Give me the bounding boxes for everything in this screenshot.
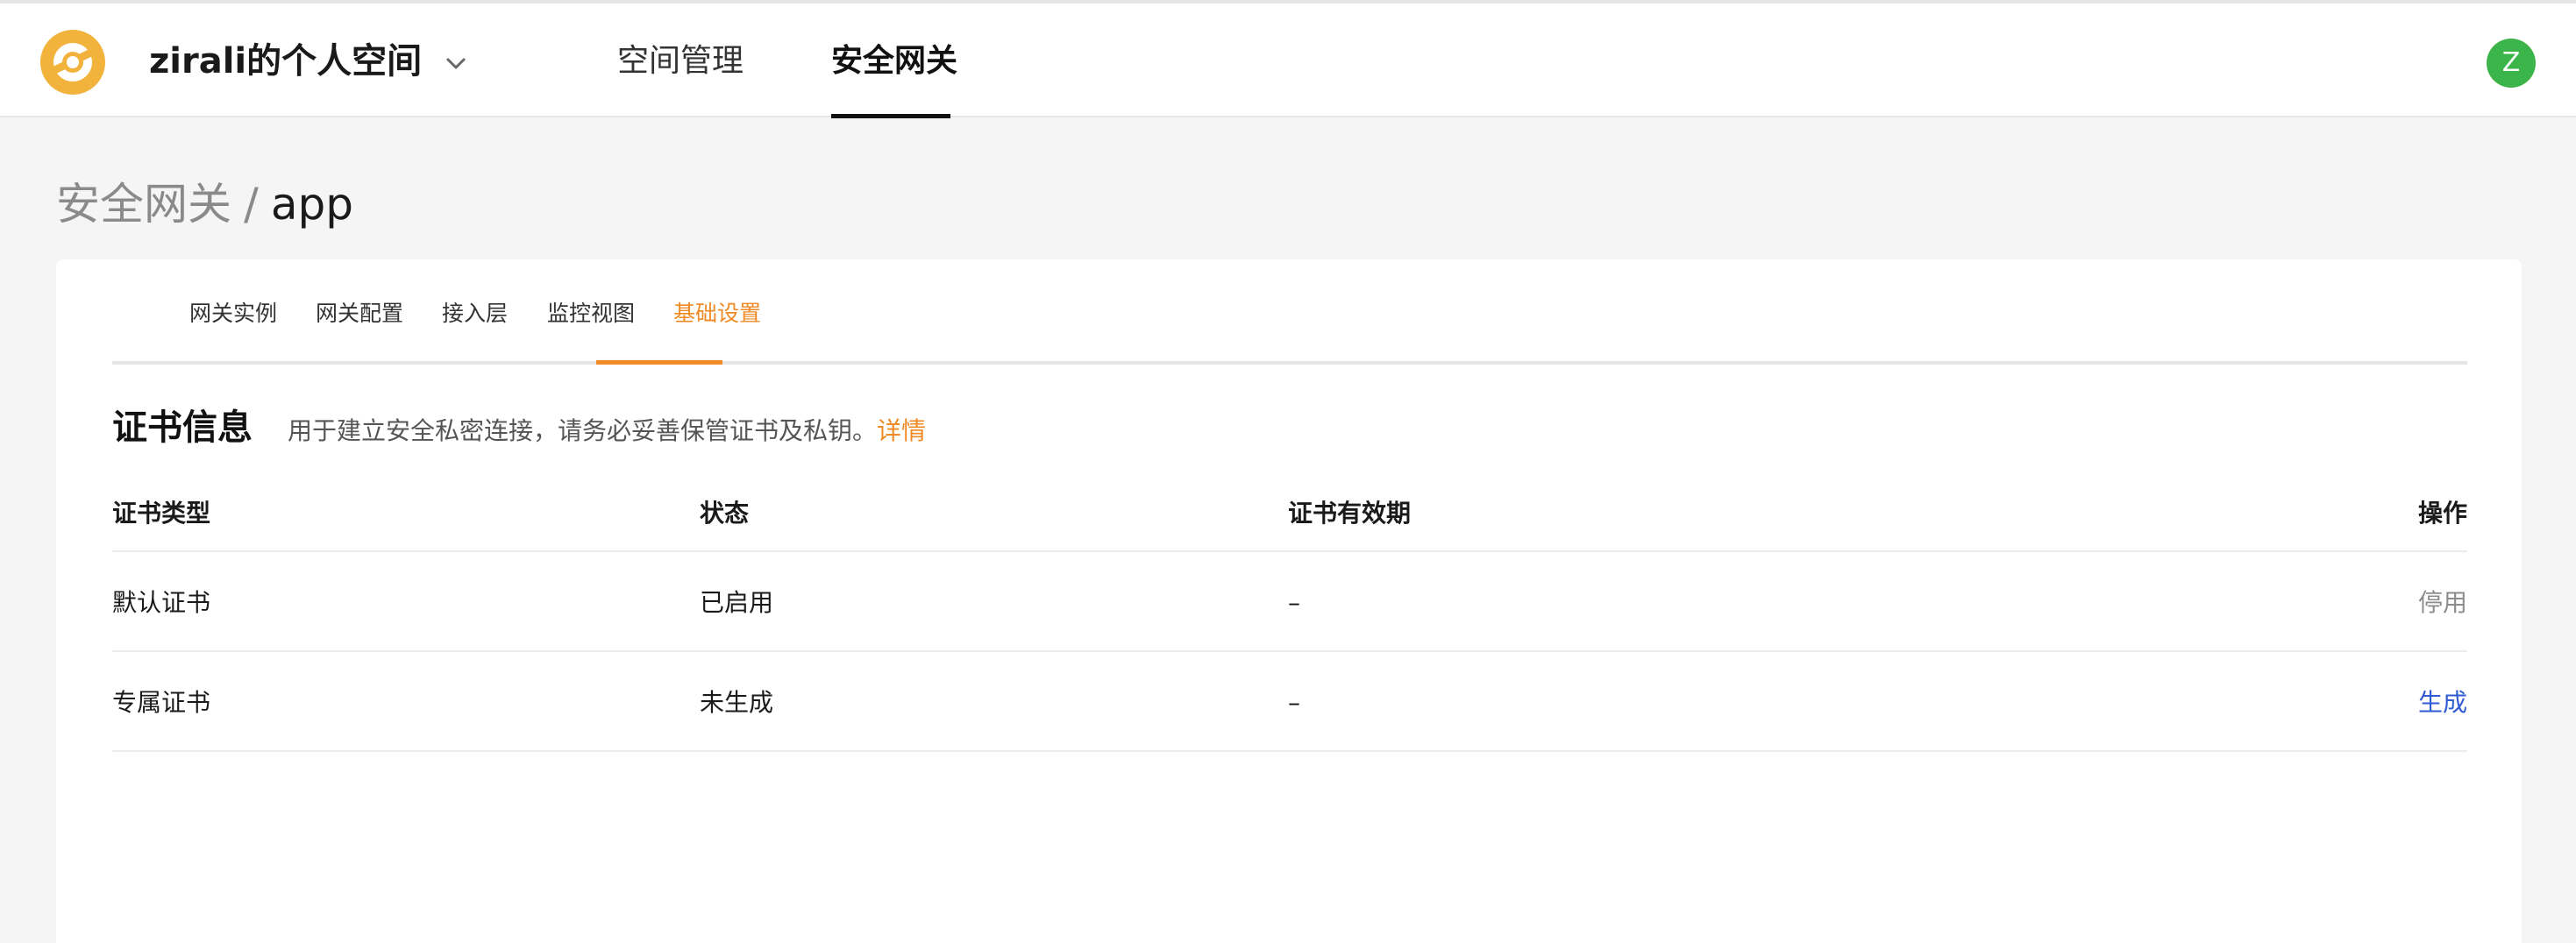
breadcrumb-separator: / [244,179,259,230]
content-card: 网关实例 网关配置 接入层 监控视图 基础设置 证书信息 用于建立安全私密连接，… [56,259,2522,943]
tab-bar: 网关实例 网关配置 接入层 监控视图 基础设置 [112,259,2467,365]
breadcrumb: 安全网关 / app [56,175,353,233]
certificate-table: 证书类型 状态 证书有效期 操作 默认证书 已启用 – 停用 专属证书 未生成 … [112,479,2467,752]
tab-gateway-instances[interactable]: 网关实例 [189,298,277,330]
nav-space-management[interactable]: 空间管理 [617,39,744,84]
section-description: 用于建立安全私密连接，请务必妥善保管证书及私钥。详情 [288,414,926,449]
app-logo-icon[interactable] [40,30,105,95]
nav-active-indicator [831,114,950,118]
user-avatar[interactable]: Z [2487,39,2536,88]
chevron-down-icon[interactable] [442,49,470,77]
column-header-action: 操作 [2417,499,2467,528]
cert-type: 默认证书 [112,588,211,617]
cert-type: 专属证书 [112,688,211,717]
tab-basic-settings[interactable]: 基础设置 [673,298,761,330]
column-header-status: 状态 [700,499,750,528]
section-title: 证书信息 [112,408,253,448]
table-header: 证书类型 状态 证书有效期 操作 [112,479,2467,552]
tab-access-layer[interactable]: 接入层 [442,298,508,330]
disable-button[interactable]: 停用 [2418,585,2467,620]
column-header-validity: 证书有效期 [1288,499,1412,528]
nav-security-gateway[interactable]: 安全网关 [831,39,957,84]
cert-status: 未生成 [700,688,774,717]
section-description-text: 用于建立安全私密连接，请务必妥善保管证书及私钥。 [288,416,878,445]
top-navigation-bar: zirali的个人空间 空间管理 安全网关 Z [0,0,2576,118]
breadcrumb-parent[interactable]: 安全网关 [56,179,231,230]
cert-validity: – [1288,688,1300,717]
space-name-selector[interactable]: zirali的个人空间 [149,39,422,84]
tab-active-indicator [596,360,722,365]
table-row: 专属证书 未生成 – 生成 [112,652,2467,752]
table-row: 默认证书 已启用 – 停用 [112,552,2467,652]
tab-monitoring-view[interactable]: 监控视图 [547,298,635,330]
breadcrumb-current: app [270,179,353,230]
details-link[interactable]: 详情 [877,416,926,445]
tab-gateway-config[interactable]: 网关配置 [316,298,403,330]
cert-status: 已启用 [700,588,774,617]
generate-button[interactable]: 生成 [2418,685,2467,720]
column-header-type: 证书类型 [112,499,211,528]
cert-validity: – [1288,588,1300,617]
